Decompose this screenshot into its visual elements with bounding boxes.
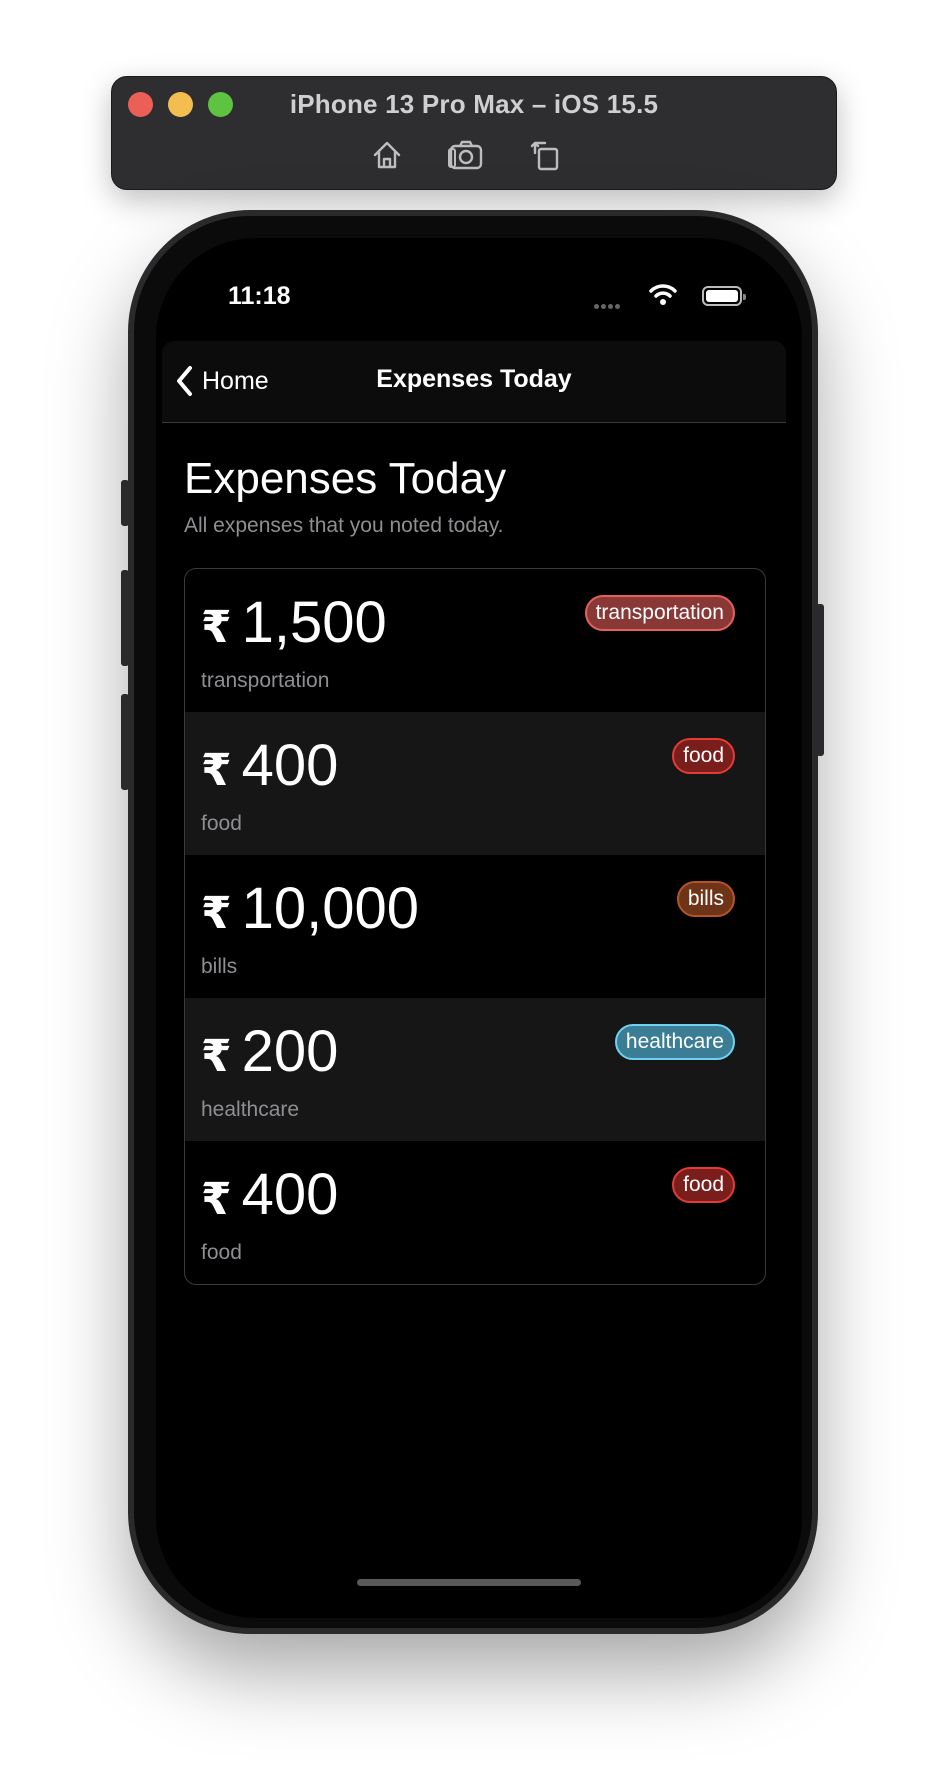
- screenshot-icon[interactable]: [446, 135, 486, 175]
- expense-row[interactable]: ₹ 200 healthcare healthcare: [185, 998, 765, 1141]
- rupee-icon: ₹: [201, 746, 232, 795]
- expense-category: healthcare: [201, 1098, 300, 1121]
- wifi-icon: [648, 282, 678, 308]
- expense-row[interactable]: ₹ 400 food food: [185, 1141, 765, 1284]
- expense-row[interactable]: ₹ 1,500 transportation transportation: [185, 569, 765, 712]
- status-time: 11:18: [228, 282, 291, 310]
- amount-value: 10,000: [241, 876, 420, 941]
- rupee-icon: ₹: [201, 889, 232, 938]
- home-icon[interactable]: [367, 135, 407, 175]
- battery-icon: [702, 286, 746, 306]
- amount-value: 400: [241, 1162, 339, 1227]
- category-badge: transportation: [584, 595, 735, 631]
- amount-value: 200: [241, 1019, 339, 1084]
- nav-title: Expenses Today: [376, 365, 572, 393]
- expense-list: ₹ 1,500 transportation transportation ₹ …: [184, 568, 766, 1285]
- amount-value: 1,500: [241, 590, 387, 655]
- navigation-bar: Home Expenses Today: [162, 341, 786, 423]
- expense-amount: ₹ 400: [201, 1161, 338, 1228]
- rupee-icon: ₹: [201, 603, 232, 652]
- page-title: Expenses Today: [184, 454, 507, 503]
- expense-category: transportation: [201, 669, 330, 692]
- category-badge: food: [672, 738, 735, 774]
- category-badge: bills: [676, 881, 735, 917]
- amount-value: 400: [241, 733, 339, 798]
- expense-category: food: [201, 1241, 242, 1264]
- rupee-icon: ₹: [201, 1032, 232, 1081]
- rupee-icon: ₹: [201, 1175, 232, 1224]
- simulator-titlebar: iPhone 13 Pro Max – iOS 15.5: [111, 76, 837, 190]
- rotate-icon[interactable]: [525, 135, 565, 175]
- expense-amount: ₹ 10,000: [201, 875, 419, 942]
- expense-amount: ₹ 1,500: [201, 589, 387, 656]
- phone-frame: 11:18 Home Expenses Today Expenses Today…: [128, 210, 818, 1634]
- category-badge: food: [672, 1167, 735, 1203]
- expense-category: food: [201, 812, 242, 835]
- expense-row[interactable]: ₹ 10,000 bills bills: [185, 855, 765, 998]
- category-badge: healthcare: [614, 1024, 735, 1060]
- simulator-title: iPhone 13 Pro Max – iOS 15.5: [289, 89, 659, 119]
- signal-icon: [594, 296, 624, 309]
- expense-row[interactable]: ₹ 400 food food: [185, 712, 765, 855]
- phone-screen: 11:18 Home Expenses Today Expenses Today…: [156, 238, 802, 1618]
- page-subtitle: All expenses that you noted today.: [184, 514, 504, 537]
- expense-amount: ₹ 400: [201, 732, 338, 799]
- home-indicator[interactable]: [357, 1579, 581, 1586]
- expense-category: bills: [201, 955, 238, 978]
- expense-amount: ₹ 200: [201, 1018, 338, 1085]
